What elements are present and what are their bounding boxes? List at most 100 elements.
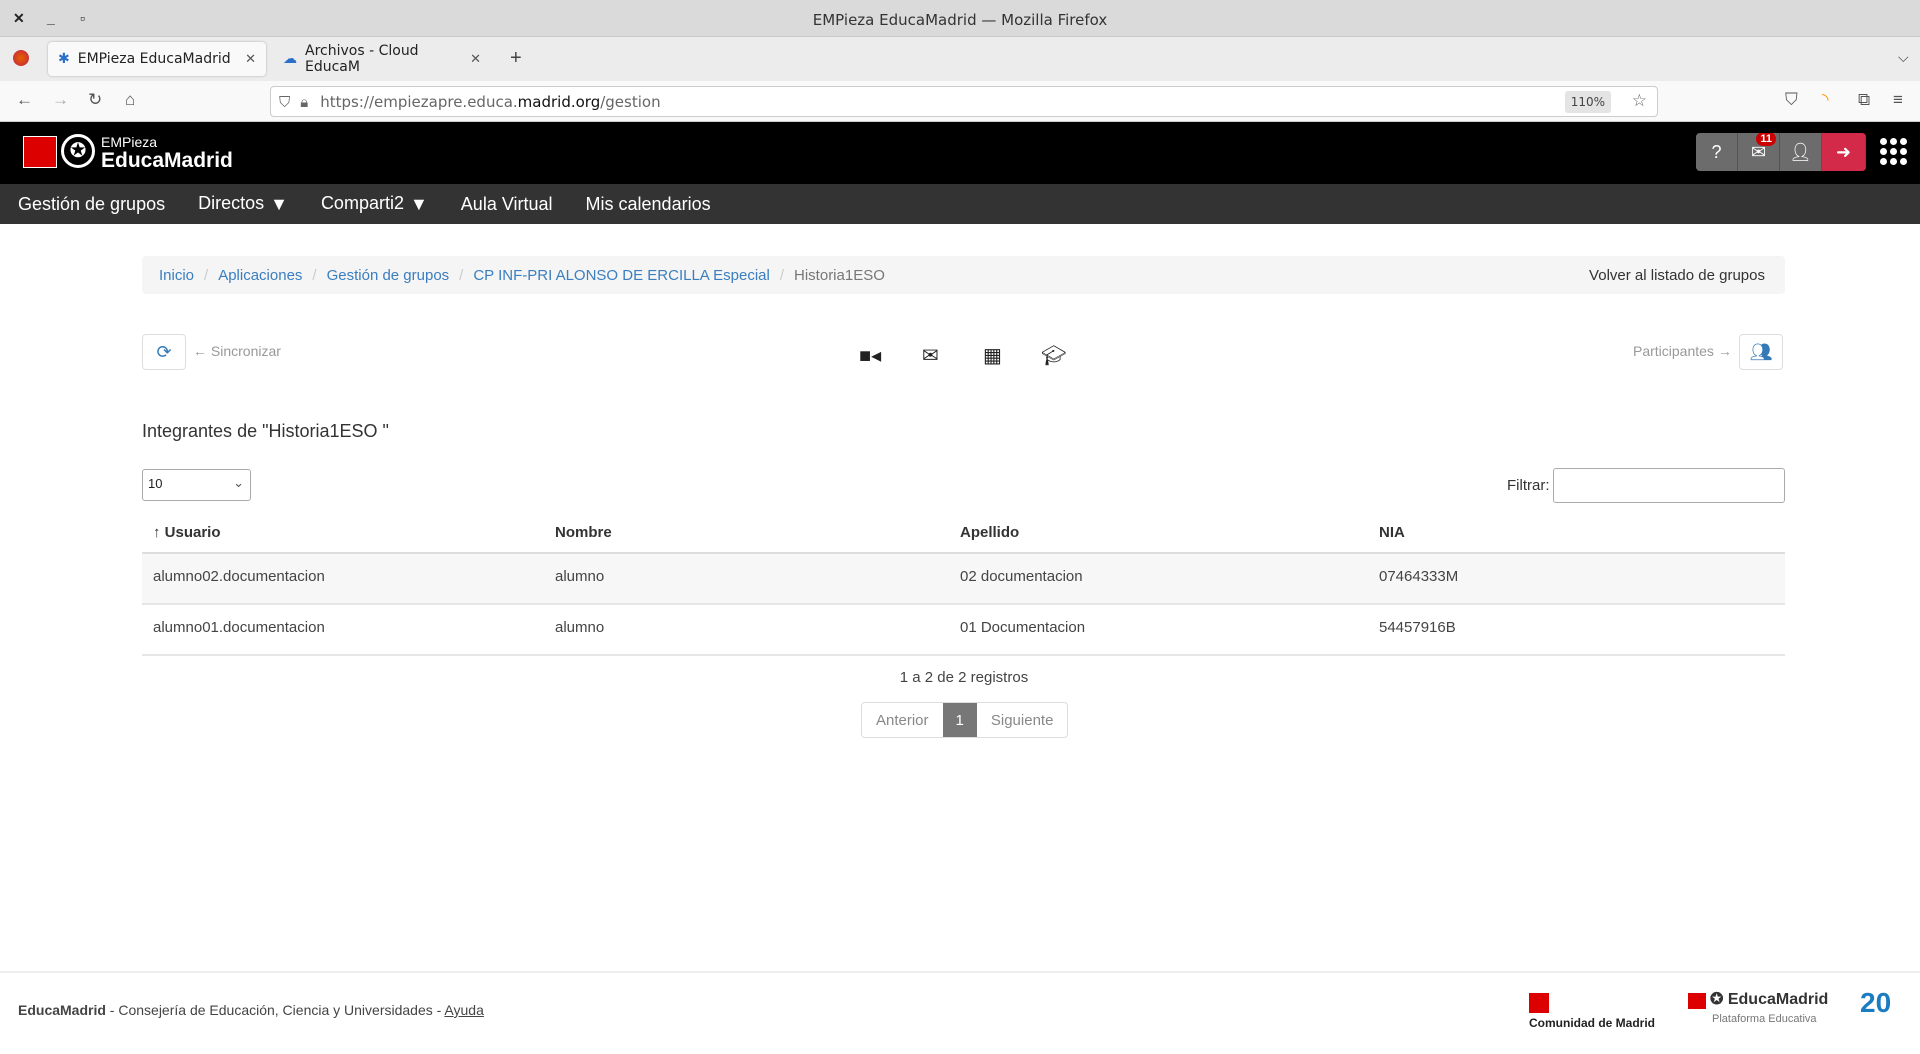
menu-label: Directos	[198, 193, 265, 214]
filter-input[interactable]	[1553, 468, 1785, 503]
help-button[interactable]: ?	[1696, 133, 1738, 171]
shield-icon[interactable]: ⛉	[279, 93, 290, 111]
bookmark-star-icon[interactable]: ☆	[1632, 91, 1647, 111]
question-icon: ?	[1711, 141, 1722, 162]
forward-icon[interactable]: →	[52, 90, 69, 110]
help-link[interactable]: Ayuda	[444, 1002, 483, 1018]
logo-empieza[interactable]: EMPieza	[101, 134, 157, 150]
cell-apellido: 02 documentacion	[949, 553, 1368, 605]
menu-aula-virtual[interactable]: Aula Virtual	[461, 194, 553, 215]
menu-mis-calendarios[interactable]: Mis calendarios	[586, 194, 711, 215]
logout-button[interactable]: ➜	[1822, 133, 1866, 171]
cell-nombre: alumno	[544, 553, 949, 605]
footer-text: EducaMadrid - Consejería de Educación, C…	[18, 1002, 484, 1018]
column-usuario[interactable]: ↑ Usuario	[142, 513, 544, 554]
sync-hint: ← Sincronizar	[193, 343, 281, 359]
url-path: /gestion	[600, 92, 661, 111]
tab-label: Archivos - Cloud EducaM	[305, 43, 419, 75]
cell-nia: 07464333M	[1368, 553, 1785, 605]
zoom-level[interactable]: 110%	[1564, 91, 1611, 113]
footer-description: - Consejería de Educación, Ciencia y Uni…	[105, 1002, 445, 1018]
reload-icon[interactable]: ↻	[88, 90, 102, 110]
anniversary-logo: 20	[1860, 987, 1892, 1018]
apps-grid-icon[interactable]	[1880, 138, 1907, 165]
firefox-icon[interactable]	[13, 50, 29, 66]
educamadrid-star-logo: ✪	[61, 134, 95, 168]
column-nombre[interactable]: Nombre	[544, 513, 949, 554]
breadcrumb-aplicaciones[interactable]: Aplicaciones	[218, 267, 302, 284]
tab-archivos[interactable]: ☁ Archivos - Cloud EducaM ✕	[273, 42, 491, 76]
table-row[interactable]: alumno01.documentacion alumno 01 Documen…	[142, 604, 1785, 656]
menu-gestion-grupos[interactable]: Gestión de grupos	[18, 194, 165, 215]
puzzle-icon: ✱	[58, 51, 70, 67]
refresh-icon: ⟳	[156, 341, 172, 362]
graduation-cap-icon[interactable]: 🎓︎	[1041, 343, 1066, 368]
participants-button[interactable]: 👥︎	[1739, 334, 1783, 370]
separator: /	[312, 266, 317, 284]
breadcrumb: Inicio / Aplicaciones / Gestión de grupos /…	[142, 256, 1785, 294]
cell-usuario: alumno02.documentacion	[142, 553, 544, 605]
url-domain: madrid.org	[517, 92, 601, 111]
header-buttons: ? ✉ 11 👤︎ ➜	[1696, 133, 1866, 171]
video-camera-icon[interactable]: ■◂	[859, 343, 881, 368]
breadcrumb-inicio[interactable]: Inicio	[159, 267, 194, 284]
extensions-icon[interactable]: ⧉	[1858, 90, 1870, 110]
cell-usuario: alumno01.documentacion	[142, 604, 544, 656]
url-bar[interactable]: ⛉ 🔒︎ https://empiezapre.educa. madrid.org…	[270, 86, 1658, 117]
users-icon: 👥︎	[1749, 341, 1773, 362]
participants-hint: Participantes →	[1633, 343, 1732, 359]
navigation-bar: ← → ↻ ⌂ ⛉ 🔒︎ https://empiezapre.educa. ma…	[0, 81, 1920, 122]
column-nia[interactable]: NIA	[1368, 513, 1785, 554]
comunidad-madrid-logo[interactable]: Comunidad de Madrid	[1529, 1016, 1655, 1030]
table-info: 1 a 2 de 2 registros	[899, 669, 1029, 686]
tab-list-chevron-icon[interactable]: ⌵	[1898, 49, 1909, 66]
next-page-button[interactable]: Siguiente	[977, 703, 1068, 737]
messages-button[interactable]: ✉ 11	[1738, 133, 1780, 171]
main-menu: Gestión de grupos Directos ▼ Comparti2 ▼ A…	[0, 184, 1920, 224]
column-apellido[interactable]: Apellido	[949, 513, 1368, 554]
envelope-open-icon[interactable]: ✉	[922, 343, 939, 368]
plataforma-educativa-text: Plataforma Educativa	[1712, 1013, 1817, 1025]
previous-page-button[interactable]: Anterior	[862, 703, 943, 737]
footer-brand: EducaMadrid	[18, 1002, 106, 1018]
close-tab-icon[interactable]: ✕	[245, 52, 256, 67]
window-titlebar: ✕ _ ▫ EMPieza EducaMadrid — Mozilla Fire…	[0, 0, 1920, 37]
back-to-groups-link[interactable]: Volver al listado de grupos	[1589, 267, 1765, 284]
filter-label: Filtrar:	[1507, 477, 1550, 494]
page-heading: Integrantes de "Historia1ESO "	[142, 421, 389, 441]
lock-icon[interactable]: 🔒︎	[300, 93, 308, 111]
profile-button[interactable]: 👤︎	[1780, 133, 1822, 171]
comunidad-flag-logo	[1529, 993, 1549, 1013]
page-1-button[interactable]: 1	[942, 703, 977, 737]
calendar-icon[interactable]: ▦	[983, 343, 1002, 368]
educamadrid-footer-logo[interactable]: ✪ EducaMadrid	[1710, 989, 1828, 1009]
sync-button[interactable]: ⟳	[142, 334, 186, 370]
menu-directos[interactable]: Directos ▼	[198, 193, 288, 215]
pagination: Anterior 1 Siguiente	[861, 702, 1069, 738]
page-length-select[interactable]: 10 ⌄	[142, 469, 251, 501]
logo-educamadrid[interactable]: EducaMadrid	[101, 149, 233, 173]
menu-label: Comparti2	[320, 193, 404, 214]
separator: /	[459, 266, 464, 284]
table-header-row: ↑ Usuario Nombre Apellido NIA	[142, 513, 1785, 554]
close-tab-icon[interactable]: ✕	[470, 52, 481, 67]
cell-apellido: 01 Documentacion	[949, 604, 1368, 656]
menu-comparti2[interactable]: Comparti2 ▼	[321, 193, 428, 215]
user-icon: 👤︎	[1789, 141, 1812, 162]
rss-icon[interactable]: ◝	[1822, 90, 1829, 110]
breadcrumb-centro[interactable]: CP INF-PRI ALONSO DE ERCILLA Especial	[473, 267, 770, 284]
pocket-icon[interactable]: ⛉	[1785, 90, 1798, 110]
footer: EducaMadrid - Consejería de Educación, C…	[0, 971, 1920, 1054]
page-length-value: 10	[148, 476, 163, 491]
comunidad-madrid-flag-logo	[23, 136, 57, 168]
notification-badge: 11	[1756, 133, 1776, 146]
tab-empieza[interactable]: ✱ EMPieza EducaMadrid ✕	[48, 42, 266, 76]
menu-icon[interactable]: ≡	[1893, 90, 1903, 110]
table-row[interactable]: alumno02.documentacion alumno 02 documen…	[142, 553, 1785, 605]
breadcrumb-gestion-grupos[interactable]: Gestión de grupos	[327, 267, 450, 284]
home-icon[interactable]: ⌂	[125, 90, 135, 110]
back-icon[interactable]: ←	[16, 90, 33, 110]
window-title: EMPieza EducaMadrid — Mozilla Firefox	[812, 11, 1108, 29]
caret-down-icon: ▼	[270, 193, 288, 214]
new-tab-icon[interactable]: +	[510, 47, 522, 70]
